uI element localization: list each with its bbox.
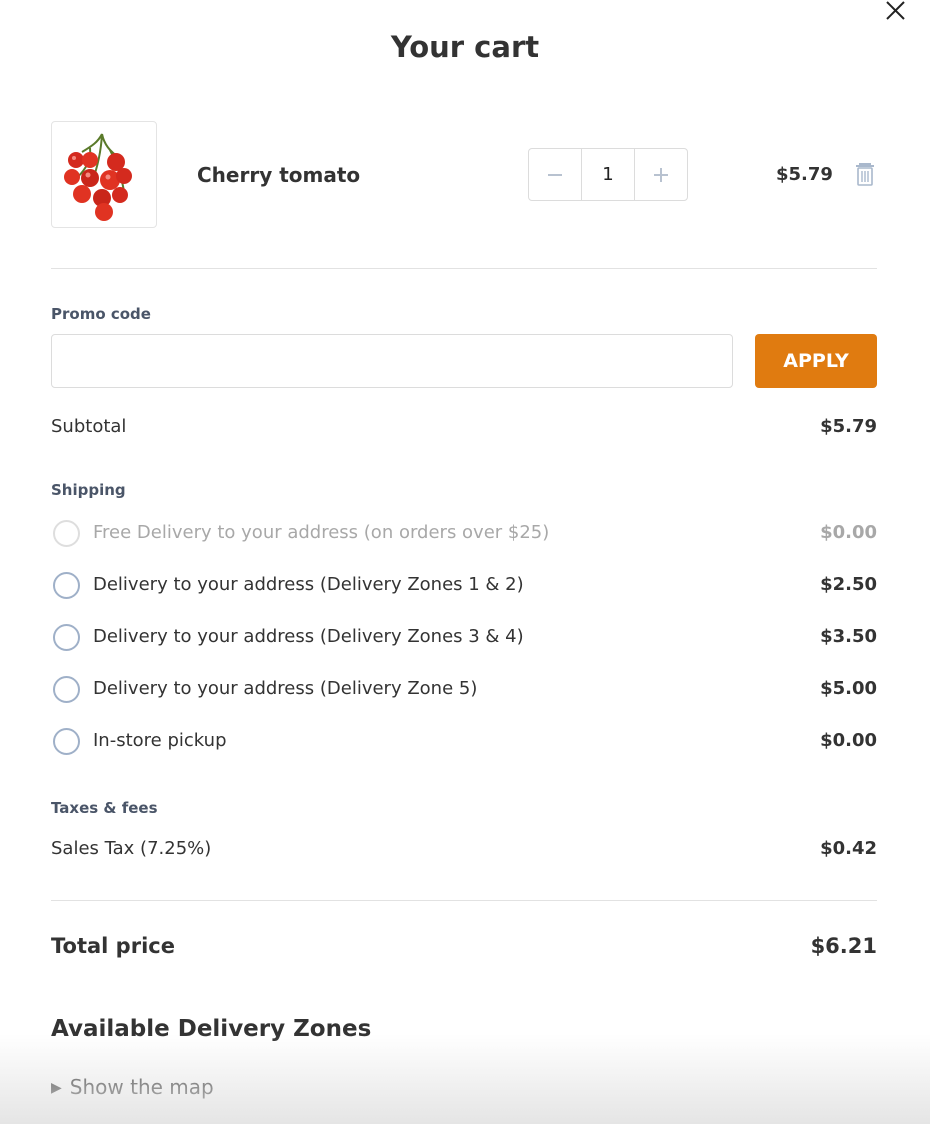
increment-button[interactable] [635,149,687,200]
radio-button[interactable] [53,572,80,599]
decrement-button[interactable] [529,149,581,200]
shipping-option-zone-5[interactable]: Delivery to your address (Delivery Zone … [51,675,877,705]
shipping-option-label: In-store pickup [93,730,227,751]
sales-tax-value: $0.42 [820,838,877,859]
shipping-option-price: $0.00 [820,522,877,543]
product-thumbnail [51,121,157,228]
delivery-zones-heading: Available Delivery Zones [51,1016,372,1042]
taxes-label: Taxes & fees [51,799,158,817]
shipping-label: Shipping [51,481,126,499]
radio-button[interactable] [53,520,80,547]
total-value: $6.21 [810,934,877,958]
shipping-option-label: Delivery to your address (Delivery Zone … [93,678,478,699]
shipping-option-label: Free Delivery to your address (on orders… [93,522,550,543]
apply-button[interactable]: APPLY [755,334,877,388]
shipping-option-price: $3.50 [820,626,877,647]
item-price: $5.79 [776,164,833,185]
sales-tax-label: Sales Tax (7.25%) [51,838,212,859]
close-button[interactable] [884,0,908,22]
show-map-toggle[interactable]: ▶ Show the map [51,1075,214,1099]
shipping-option-label: Delivery to your address (Delivery Zones… [93,574,524,595]
minus-icon [548,173,562,176]
plus-icon [654,167,668,182]
product-name: Cherry tomato [197,163,361,187]
close-icon [886,1,905,20]
page-title: Your cart [390,30,540,64]
cherry-tomato-image [64,133,132,221]
total-label: Total price [51,934,175,958]
shipping-option-free-delivery[interactable]: Free Delivery to your address (on orders… [51,519,877,549]
subtotal-value: $5.79 [820,416,877,437]
shipping-option-zones-1-2[interactable]: Delivery to your address (Delivery Zones… [51,571,877,601]
subtotal-row: Subtotal $5.79 [51,416,877,442]
promo-code-label: Promo code [51,305,151,323]
disclosure-triangle-icon: ▶ [51,1080,62,1096]
show-map-label: Show the map [69,1075,214,1099]
divider [51,900,877,901]
shipping-option-zones-3-4[interactable]: Delivery to your address (Delivery Zones… [51,623,877,653]
divider [51,268,877,269]
remove-item-button[interactable] [855,162,875,186]
shipping-option-price: $5.00 [820,678,877,699]
promo-code-input[interactable] [51,334,733,388]
radio-button[interactable] [53,728,80,755]
shipping-option-in-store-pickup[interactable]: In-store pickup $0.00 [51,727,877,757]
shipping-option-price: $2.50 [820,574,877,595]
total-row: Total price $6.21 [51,934,877,964]
quantity-value[interactable]: 1 [581,149,635,200]
radio-button[interactable] [53,624,80,651]
shipping-option-price: $0.00 [820,730,877,751]
subtotal-label: Subtotal [51,416,127,437]
sales-tax-row: Sales Tax (7.25%) $0.42 [51,838,877,864]
trash-icon [856,163,874,186]
cart-item: Cherry tomato 1 $5.79 [51,121,877,228]
shipping-option-label: Delivery to your address (Delivery Zones… [93,626,524,647]
radio-button[interactable] [53,676,80,703]
quantity-stepper: 1 [528,148,688,201]
